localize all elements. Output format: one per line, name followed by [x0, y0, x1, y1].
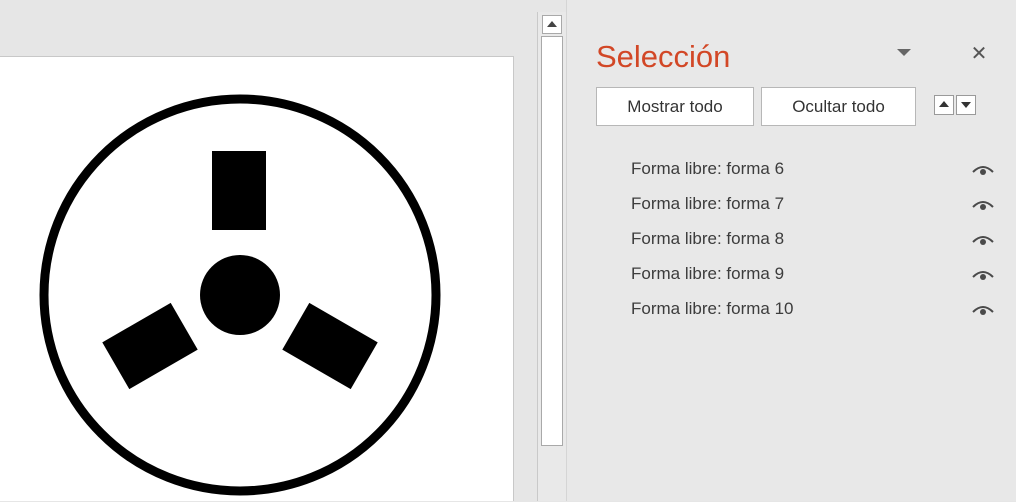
pane-title: Selección: [596, 39, 731, 74]
shape-name[interactable]: Forma libre: forma 9: [631, 264, 784, 284]
shape-name[interactable]: Forma libre: forma 10: [631, 299, 794, 319]
slide-canvas-area: [0, 0, 537, 501]
close-icon[interactable]: ✕: [968, 40, 990, 66]
arrow-up-icon[interactable]: [934, 95, 954, 115]
forma-libre-left-rect[interactable]: [102, 302, 198, 390]
show-all-button[interactable]: Mostrar todo: [596, 87, 754, 126]
forma-libre-center-circle[interactable]: [200, 255, 280, 335]
chevron-down-icon[interactable]: [897, 49, 911, 59]
vertical-scrollbar[interactable]: [537, 12, 566, 501]
eye-icon[interactable]: [972, 303, 994, 317]
slide-graphic: [39, 94, 441, 496]
arrow-down-icon[interactable]: [956, 95, 976, 115]
shape-list: Forma libre: forma 6 Forma libre: forma …: [567, 153, 1016, 328]
scroll-up-button[interactable]: [542, 15, 562, 34]
shape-name[interactable]: Forma libre: forma 8: [631, 229, 784, 249]
forma-libre-right-rect[interactable]: [282, 302, 378, 390]
shape-name[interactable]: Forma libre: forma 7: [631, 194, 784, 214]
list-item[interactable]: Forma libre: forma 10: [567, 293, 1016, 328]
list-item[interactable]: Forma libre: forma 9: [567, 258, 1016, 293]
list-item[interactable]: Forma libre: forma 7: [567, 188, 1016, 223]
eye-icon[interactable]: [972, 233, 994, 247]
shape-name[interactable]: Forma libre: forma 6: [631, 159, 784, 179]
list-item[interactable]: Forma libre: forma 8: [567, 223, 1016, 258]
eye-icon[interactable]: [972, 198, 994, 212]
scroll-thumb[interactable]: [541, 36, 563, 446]
eye-icon[interactable]: [972, 268, 994, 282]
slide[interactable]: [0, 56, 514, 501]
eye-icon[interactable]: [972, 163, 994, 177]
list-item[interactable]: Forma libre: forma 6: [567, 153, 1016, 188]
selection-pane: Selección ✕ Mostrar todo Ocultar todo Fo…: [566, 0, 1016, 501]
forma-libre-top-rect[interactable]: [212, 151, 266, 230]
hide-all-button[interactable]: Ocultar todo: [761, 87, 916, 126]
